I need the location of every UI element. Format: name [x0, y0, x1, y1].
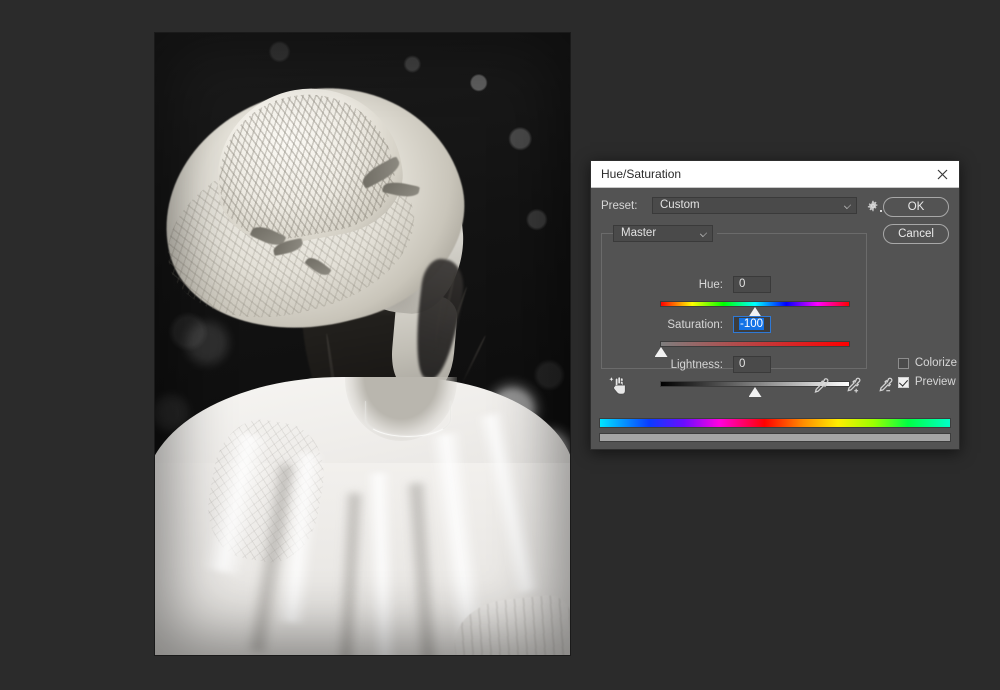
hue-slider-row: Hue: 0	[601, 276, 957, 317]
hue-label: Hue:	[698, 278, 723, 291]
channel-value: Master	[621, 227, 657, 239]
dialog-titlebar[interactable]: Hue/Saturation	[591, 161, 959, 188]
dialog-title: Hue/Saturation	[601, 167, 682, 181]
preview-checkbox[interactable]: Preview	[897, 376, 957, 388]
saturation-label: Saturation:	[667, 318, 723, 331]
chevron-down-icon	[843, 201, 852, 209]
chevron-down-icon	[699, 229, 708, 237]
hue-saturation-dialog[interactable]: Hue/Saturation Preset: Custom OK Cancel …	[590, 160, 960, 450]
eyedropper-icon[interactable]	[813, 377, 831, 395]
necklace	[365, 401, 451, 437]
close-icon[interactable]	[932, 164, 952, 184]
hue-spectrum-bar[interactable]	[599, 418, 951, 428]
lightness-label: Lightness:	[670, 358, 723, 371]
colorize-checkbox[interactable]: Colorize	[897, 357, 957, 369]
eyedropper-group	[813, 377, 895, 395]
gear-icon[interactable]	[864, 198, 882, 214]
checkbox-box[interactable]	[897, 376, 909, 388]
dialog-body: Preset: Custom OK Cancel Master Hue: 0 S…	[591, 188, 959, 450]
saturation-value-input[interactable]: -100	[733, 316, 771, 333]
preset-dropdown[interactable]: Custom	[652, 197, 857, 214]
color-range-spectrum	[599, 418, 951, 442]
checkbox-group: Colorize Preview	[897, 357, 957, 388]
preset-value: Custom	[660, 199, 700, 211]
hue-slider-track[interactable]	[660, 301, 850, 317]
saturation-slider-row: Saturation: -100	[601, 316, 957, 357]
lightness-value-input[interactable]: 0	[733, 356, 771, 373]
range-selection-bar[interactable]	[599, 433, 951, 442]
eyedropper-add-icon[interactable]	[845, 377, 863, 395]
channel-dropdown[interactable]: Master	[613, 225, 713, 242]
cancel-button[interactable]: Cancel	[883, 224, 949, 244]
preset-label: Preset:	[601, 199, 638, 212]
hue-value-input[interactable]: 0	[733, 276, 771, 293]
checkbox-box[interactable]	[897, 357, 909, 369]
colorize-label: Colorize	[914, 357, 957, 369]
eyedropper-subtract-icon[interactable]	[877, 377, 895, 395]
image-canvas[interactable]	[155, 33, 570, 655]
saturation-slider-track[interactable]	[654, 341, 850, 357]
ok-button[interactable]: OK	[883, 197, 949, 217]
gear-dot	[880, 209, 882, 212]
preview-label: Preview	[914, 376, 956, 388]
dialog-button-group: OK Cancel	[883, 197, 949, 244]
dialog-tool-row: Colorize Preview	[601, 357, 957, 401]
on-image-adjustment-hand-icon[interactable]	[609, 375, 629, 397]
application-window: Hue/Saturation Preset: Custom OK Cancel …	[0, 0, 1000, 690]
